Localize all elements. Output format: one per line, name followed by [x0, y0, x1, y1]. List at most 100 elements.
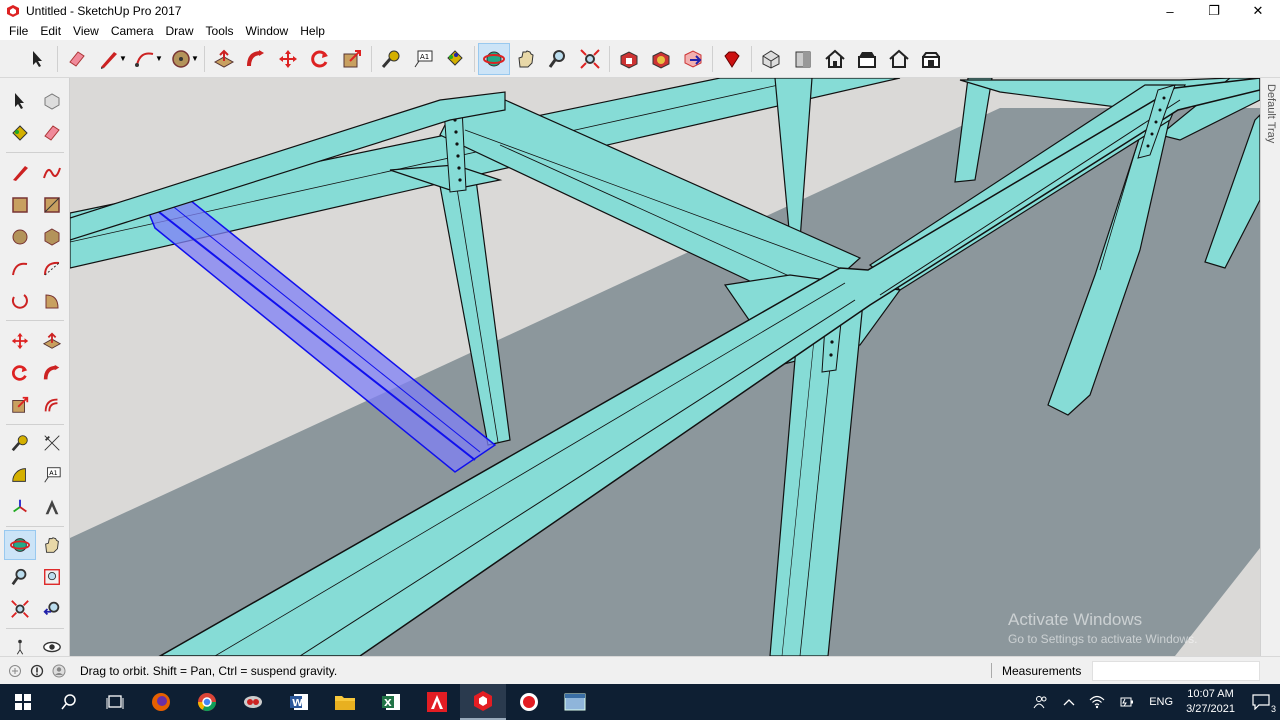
zoom-icon[interactable] — [542, 43, 574, 75]
pencil-icon[interactable] — [4, 158, 36, 188]
ruby-icon[interactable] — [716, 43, 748, 75]
zoom-icon[interactable] — [4, 562, 36, 592]
rotate-icon[interactable] — [4, 358, 36, 388]
follow-me-icon[interactable] — [240, 43, 272, 75]
record-icon[interactable] — [506, 684, 552, 720]
menu-tools[interactable]: Tools — [200, 22, 240, 40]
zoom-window-icon[interactable] — [36, 562, 68, 592]
tape-measure-icon[interactable] — [375, 43, 407, 75]
orbit-icon[interactable] — [4, 530, 36, 560]
extension-warehouse-icon[interactable] — [645, 43, 677, 75]
minimize-button[interactable]: – — [1148, 0, 1192, 22]
sketchup-icon[interactable] — [460, 684, 506, 720]
chevron-down-icon[interactable]: ▼ — [155, 54, 163, 63]
right-view-icon[interactable] — [851, 43, 883, 75]
freehand-icon[interactable] — [36, 158, 68, 188]
measurements-input[interactable] — [1092, 661, 1260, 681]
word-icon[interactable]: W — [276, 684, 322, 720]
chrome-icon[interactable] — [184, 684, 230, 720]
text-icon[interactable]: A1 — [36, 460, 68, 490]
menu-file[interactable]: File — [3, 22, 34, 40]
geo-location-icon[interactable] — [8, 664, 22, 678]
3d-text-icon[interactable] — [36, 492, 68, 522]
menu-edit[interactable]: Edit — [34, 22, 67, 40]
clock[interactable]: 10:07 AM 3/27/2021 — [1186, 687, 1235, 717]
tape-measure-icon[interactable] — [4, 428, 36, 458]
chevron-down-icon[interactable]: ▼ — [191, 54, 199, 63]
select-arrow-icon[interactable] — [22, 43, 54, 75]
start-icon[interactable] — [0, 684, 46, 720]
snipping-icon[interactable] — [230, 684, 276, 720]
dimension-icon[interactable] — [36, 428, 68, 458]
text-icon[interactable]: A1 — [407, 43, 439, 75]
iso-view-icon[interactable] — [755, 43, 787, 75]
maximize-button[interactable]: ❐ — [1192, 0, 1236, 22]
close-button[interactable]: ✕ — [1236, 0, 1280, 22]
protractor-icon[interactable] — [4, 460, 36, 490]
zoom-extents-icon[interactable] — [574, 43, 606, 75]
menu-window[interactable]: Window — [240, 22, 295, 40]
eraser-icon[interactable] — [61, 43, 93, 75]
paint-bucket-icon[interactable] — [4, 118, 36, 148]
rectangle-icon[interactable] — [4, 190, 36, 220]
pie-icon[interactable] — [36, 286, 68, 316]
menu-draw[interactable]: Draw — [160, 22, 200, 40]
people-icon[interactable] — [1033, 694, 1049, 710]
three-point-arc-icon[interactable] — [4, 286, 36, 316]
eraser-icon[interactable] — [36, 118, 68, 148]
menu-help[interactable]: Help — [294, 22, 331, 40]
autocad-icon[interactable] — [414, 684, 460, 720]
firefox-icon[interactable] — [138, 684, 184, 720]
menu-camera[interactable]: Camera — [105, 22, 160, 40]
file-explorer-icon[interactable] — [322, 684, 368, 720]
push-pull-icon[interactable] — [36, 326, 68, 356]
top-view-icon[interactable] — [819, 43, 851, 75]
scale-icon[interactable] — [336, 43, 368, 75]
watermark-title: Activate Windows — [1008, 610, 1143, 629]
paint-bucket-icon[interactable] — [439, 43, 471, 75]
search-icon[interactable] — [46, 684, 92, 720]
make-component-icon[interactable] — [36, 86, 68, 116]
share-model-icon[interactable] — [677, 43, 709, 75]
offset-icon[interactable] — [36, 390, 68, 420]
chevron-up-icon[interactable] — [1063, 697, 1075, 707]
zoom-extents-icon[interactable] — [4, 594, 36, 624]
arc-icon[interactable] — [4, 254, 36, 284]
menu-view[interactable]: View — [67, 22, 105, 40]
previous-view-icon[interactable] — [36, 594, 68, 624]
select-arrow-icon[interactable] — [4, 86, 36, 116]
pan-icon[interactable] — [36, 530, 68, 560]
excel-icon[interactable]: X — [368, 684, 414, 720]
move-icon[interactable] — [272, 43, 304, 75]
circle-icon[interactable] — [4, 222, 36, 252]
pan-icon[interactable] — [510, 43, 542, 75]
credits-icon[interactable] — [30, 664, 44, 678]
back-view-icon[interactable] — [883, 43, 915, 75]
svg-text:A1: A1 — [420, 53, 429, 61]
task-view-icon[interactable] — [92, 684, 138, 720]
warehouse-icon[interactable] — [613, 43, 645, 75]
two-point-arc-icon[interactable] — [36, 254, 68, 284]
battery-icon[interactable] — [1119, 695, 1135, 709]
axes-icon[interactable] — [4, 492, 36, 522]
photo-icon[interactable] — [552, 684, 598, 720]
wifi-icon[interactable] — [1089, 695, 1105, 709]
move-icon[interactable] — [4, 326, 36, 356]
chevron-down-icon[interactable]: ▼ — [119, 54, 127, 63]
user-account-icon[interactable] — [52, 664, 66, 678]
follow-me-icon[interactable] — [36, 358, 68, 388]
left-view-icon[interactable] — [915, 43, 947, 75]
rotated-rectangle-icon[interactable] — [36, 190, 68, 220]
push-pull-icon[interactable] — [208, 43, 240, 75]
notifications-icon[interactable]: 3 — [1252, 694, 1276, 714]
language-indicator[interactable]: ENG — [1149, 696, 1173, 708]
default-tray[interactable]: Default Tray — [1260, 78, 1280, 656]
orbit-icon[interactable] — [478, 42, 510, 75]
rotate-icon[interactable] — [304, 43, 336, 75]
watermark-subtitle: Go to Settings to activate Windows. — [1008, 632, 1198, 646]
main-toolbar: ▼ ▼ ▼ A1 — [0, 40, 1280, 78]
scale-icon[interactable] — [4, 390, 36, 420]
front-view-icon[interactable] — [787, 43, 819, 75]
modeling-viewport[interactable] — [70, 78, 1260, 656]
polygon-icon[interactable] — [36, 222, 68, 252]
